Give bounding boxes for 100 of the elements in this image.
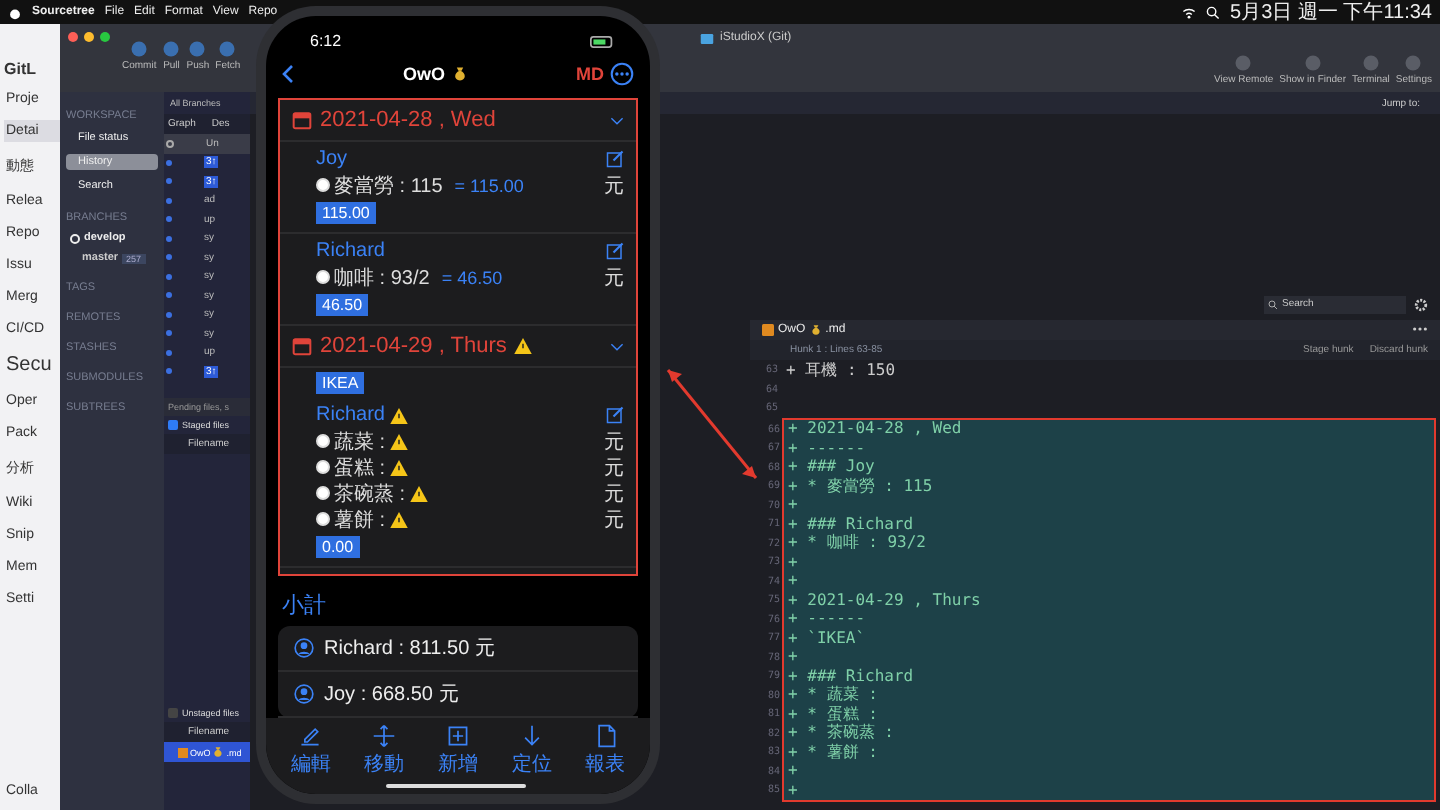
edit-icon[interactable] [606,406,624,424]
money-bag-icon [212,746,225,758]
code-line: + ### Joy [788,459,875,476]
zoom-button[interactable] [100,32,110,42]
circle-icon [1303,54,1322,72]
person-icon [294,684,314,704]
item-label: 咖啡 : 93/2 [334,265,430,291]
wifi-icon[interactable] [1182,5,1197,19]
graph-node [166,178,172,185]
graph-node [166,292,172,299]
bullet-icon [316,460,330,474]
search-icon [1268,299,1278,309]
code-line: + [788,782,798,799]
item-label: 茶碗蒸 : [334,481,406,507]
tab-button[interactable]: 編輯 [290,724,331,778]
close-button[interactable] [68,32,78,42]
checkbox[interactable] [168,419,178,429]
chevron-down-icon[interactable] [610,341,624,351]
current-branch-icon [70,233,80,243]
day-date: 2021-04-29 , Thurs [320,334,507,358]
circle-icon [188,40,207,58]
subtotal-amount: Joy : 668.50 元 [324,682,459,708]
item-result: = 115.00 [454,175,524,195]
checkbox[interactable] [168,708,178,718]
search-icon[interactable] [1206,5,1221,19]
code-line: + * 蔬菜 : [788,687,878,704]
tab-button[interactable]: 定位 [511,724,552,778]
more-icon[interactable] [610,62,635,86]
person-name: Joy [316,148,348,170]
currency-unit: 元 [604,481,624,507]
item-label: 蔬菜 : [334,429,386,455]
brand-name[interactable]: GitL [4,60,60,78]
entry-total: 115.00 [316,202,376,224]
item-result: = 46.50 [441,267,503,287]
currency-unit: 元 [604,455,624,481]
calendar-icon [292,110,312,130]
code-line: + * 茶碗蒸 : [788,725,894,742]
graph-node [166,235,172,242]
money-bag-icon [809,323,822,335]
entry-total: 46.50 [316,294,369,316]
circle-icon [1361,54,1380,72]
edit-icon[interactable] [606,242,624,260]
markdown-button[interactable]: MD [576,64,605,84]
day-date: 2021-04-28 , Wed [320,108,496,132]
graph-node [166,368,172,375]
code-line: + 2021-04-29 , Thurs [788,592,981,609]
nav-item[interactable]: Secu [4,350,60,380]
more-icon[interactable] [1412,326,1428,332]
settings-icon[interactable] [1414,297,1428,311]
graph-node [166,216,172,223]
document-icon [593,724,618,748]
person-name: Richard [316,240,385,262]
folder-icon [700,33,714,43]
code-line: + * 麥當勞 : 115 [788,478,933,495]
bullet-icon [316,270,330,284]
menu-clock[interactable]: 5月3日 週一 下午11:34 [1230,0,1432,26]
graph-node [166,254,172,261]
warning-icon [514,338,533,354]
code-line: + * 蛋糕 : [788,706,878,723]
code-line: + ------ [788,611,866,628]
code-line: + * 咖啡 : 93/2 [788,535,926,552]
section-title: 小計 [280,591,328,622]
code-line: + `IKEA` [788,630,866,647]
code-line: + ------ [788,440,866,457]
double-arrow [666,369,758,479]
currency-unit: 元 [604,429,624,455]
code-line: + * 薯餅 : [788,744,878,761]
back-icon[interactable] [282,64,294,84]
pencil-icon [298,724,323,748]
minimize-button[interactable] [84,32,94,42]
circle-icon [218,40,237,58]
edit-icon[interactable] [606,150,624,168]
graph-node [166,349,172,356]
bullet-icon [316,512,330,526]
item-label: 薯餅 : [334,507,386,533]
tab-button[interactable]: 新增 [437,724,478,778]
file-icon [178,747,188,757]
currency-unit: 元 [604,265,624,291]
calendar-icon [292,336,312,356]
circle-icon [1234,54,1253,72]
subtotal-amount: Richard : 811.50 元 [324,636,495,662]
currency-unit: 元 [604,173,624,199]
person-name: Richard [316,404,385,426]
bullet-icon [316,178,330,192]
graph-node [166,330,172,337]
entry-total: 0.00 [316,536,360,558]
code-line: + [788,497,798,514]
item-label: 蛋糕 : [334,455,386,481]
tab-button[interactable]: 移動 [364,724,405,778]
bullet-icon [316,434,330,448]
money-bag-icon [451,66,468,82]
graph-node [166,159,172,166]
graph-node [166,197,172,204]
code-line: + [788,649,798,666]
code-line: + 耳機 : 150 [786,362,896,379]
code-line: + 2021-04-28 , Wed [788,421,962,438]
chevron-down-icon[interactable] [610,115,624,125]
code-line: + ### Richard [788,516,914,533]
tab-button[interactable]: 報表 [585,724,626,778]
person-icon [294,638,314,658]
